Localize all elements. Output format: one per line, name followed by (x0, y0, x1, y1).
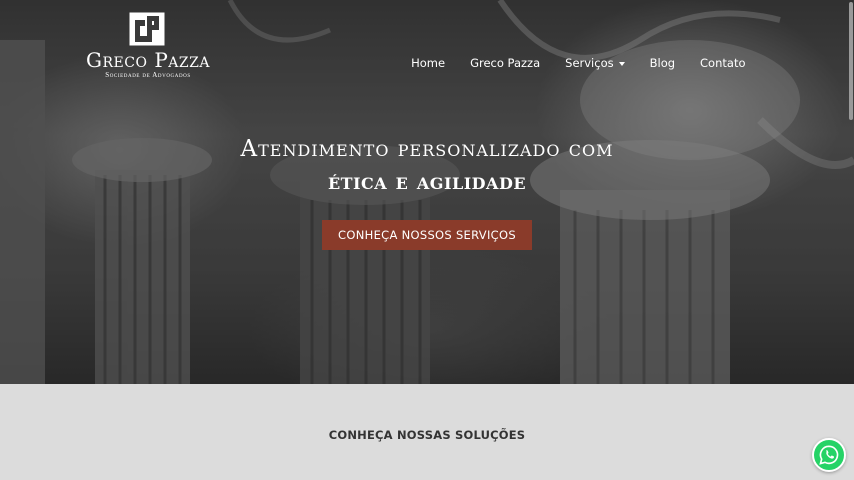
brand-tagline: Sociedade de Advogados (105, 71, 191, 79)
nav-item-label: Greco Pazza (470, 56, 541, 70)
hero-headline-line1: Atendimento personalizado com (240, 136, 614, 162)
nav-item-blog[interactable]: Blog (637, 54, 687, 72)
nav-item-label: Home (411, 56, 446, 70)
hero-headline: Atendimento personalizado com ética e ag… (0, 134, 854, 198)
whatsapp-button[interactable] (812, 438, 846, 472)
scrollbar-thumb[interactable] (849, 2, 853, 120)
nav-item-servicos[interactable]: Serviços (553, 54, 637, 72)
brand-name: Greco Pazza (86, 48, 210, 72)
services-cta-button[interactable]: CONHEÇA NOSSOS SERVIÇOS (322, 220, 532, 250)
site-logo[interactable]: Greco Pazza Sociedade de Advogados (82, 12, 214, 80)
nav-item-home[interactable]: Home (399, 54, 458, 72)
nav-item-label: Serviços (565, 56, 614, 70)
gp-monogram-icon (129, 12, 165, 46)
main-nav: Home Greco Pazza Serviços Blog Contato (399, 54, 758, 72)
hero-section: Greco Pazza Sociedade de Advogados Home … (0, 0, 854, 384)
nav-item-label: Contato (700, 56, 746, 70)
whatsapp-icon (819, 445, 839, 465)
nav-item-greco-pazza[interactable]: Greco Pazza (458, 54, 553, 72)
solutions-section-title: CONHEÇA NOSSAS SOLUÇÕES (328, 428, 526, 442)
page-scrollbar[interactable] (848, 0, 854, 480)
hero-headline-line2: ética e agilidade (327, 168, 527, 195)
nav-item-label: Blog (649, 56, 676, 70)
chevron-down-icon (618, 61, 625, 66)
nav-item-contato[interactable]: Contato (688, 54, 758, 72)
